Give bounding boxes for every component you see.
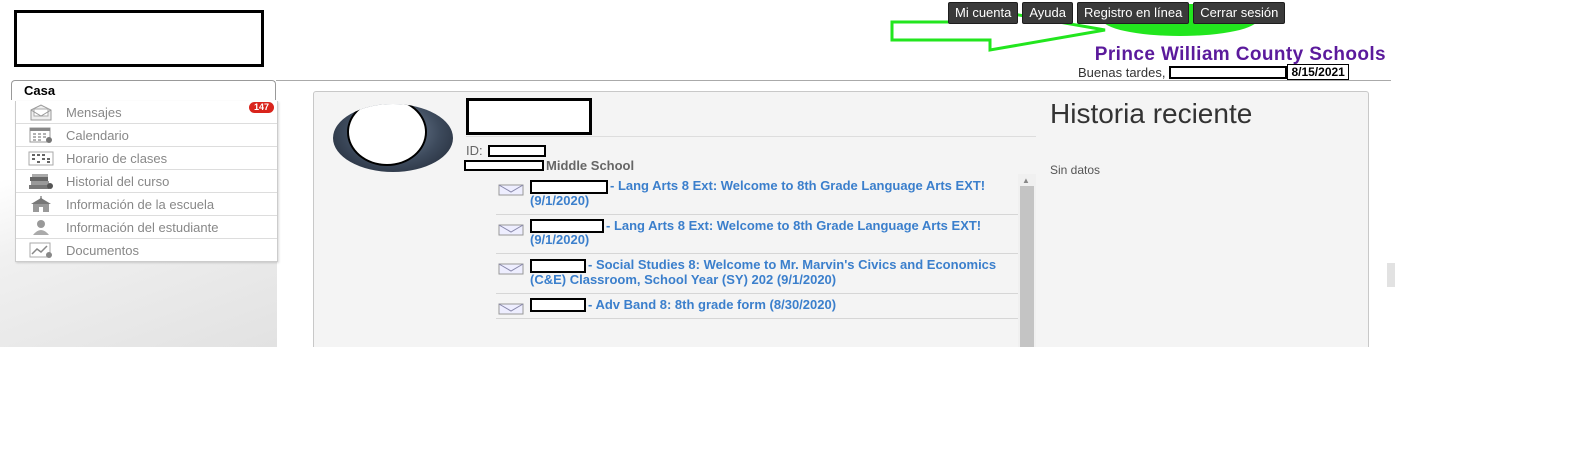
sidebar-item-student-info[interactable]: Información del estudiante bbox=[16, 216, 277, 239]
message-list-scrollbar[interactable]: ▲ bbox=[1018, 174, 1036, 356]
sidebar-item-label: Calendario bbox=[66, 127, 129, 143]
message-text: - Social Studies 8: Welcome to Mr. Marvi… bbox=[530, 257, 997, 287]
sidebar-item-label: Información de la escuela bbox=[66, 196, 215, 212]
school-icon bbox=[28, 195, 54, 213]
student-id-redacted bbox=[487, 144, 546, 157]
message-envelope-icon bbox=[498, 224, 524, 239]
schedule-icon bbox=[28, 150, 54, 167]
district-name: Prince William County Schools bbox=[1094, 44, 1386, 65]
my-account-button[interactable]: Mi cuenta bbox=[948, 2, 1019, 24]
teacher-name-redacted bbox=[530, 179, 608, 194]
sidebar-item-schedule[interactable]: Horario de clases bbox=[16, 147, 277, 170]
sidebar-item-label: Documentos bbox=[66, 242, 139, 258]
greeting-row: Buenas tardes, 8/15/2021 bbox=[1078, 64, 1349, 80]
online-registration-button[interactable]: Registro en línea bbox=[1077, 2, 1190, 24]
messages-count-badge: 147 bbox=[248, 102, 274, 113]
sidebar-item-label: Información del estudiante bbox=[66, 219, 219, 235]
message-text: - Adv Band 8: 8th grade form (8/30/2020) bbox=[588, 296, 837, 312]
student-school-row: Middle School bbox=[464, 158, 634, 173]
documents-icon bbox=[28, 242, 54, 259]
message-envelope-icon bbox=[498, 263, 524, 278]
message-item[interactable]: - Lang Arts 8 Ext: Welcome to 8th Grade … bbox=[496, 175, 1018, 215]
student-id-label: ID: bbox=[466, 143, 483, 158]
message-item[interactable]: - Lang Arts 8 Ext: Welcome to 8th Grade … bbox=[496, 215, 1018, 255]
message-envelope-icon bbox=[498, 184, 524, 199]
recent-history-empty: Sin datos bbox=[1050, 163, 1101, 177]
current-date: 8/15/2021 bbox=[1287, 64, 1349, 80]
top-nav-bar: Mi cuenta Ayuda Registro en línea Cerrar… bbox=[948, 2, 1286, 24]
sidebar-menu: Mensajes 147 Calendario Horario de clase… bbox=[15, 101, 278, 262]
sidebar-item-course-history[interactable]: Historial del curso bbox=[16, 170, 277, 193]
teacher-name-redacted bbox=[530, 219, 604, 234]
user-name-redacted bbox=[1169, 65, 1288, 79]
school-name-redacted bbox=[464, 160, 544, 171]
sidebar-item-label: Historial del curso bbox=[66, 173, 170, 189]
message-item[interactable]: - Social Studies 8: Welcome to Mr. Marvi… bbox=[496, 254, 1018, 294]
teacher-name-redacted bbox=[530, 258, 586, 273]
scrollbar-thumb[interactable] bbox=[1020, 186, 1034, 356]
side-widget-tab bbox=[1387, 263, 1395, 287]
message-envelope-icon bbox=[498, 303, 524, 318]
message-list: - Lang Arts 8 Ext: Welcome to 8th Grade … bbox=[496, 175, 1018, 347]
recent-history-title: Historia reciente bbox=[1050, 98, 1253, 129]
sidebar-item-school-info[interactable]: Información de la escuela bbox=[16, 193, 277, 216]
sidebar-item-label: Horario de clases bbox=[66, 150, 168, 166]
sidebar-item-label: Mensajes bbox=[66, 104, 122, 120]
calendar-icon bbox=[28, 127, 54, 144]
student-id-row: ID: bbox=[466, 143, 546, 158]
name-divider bbox=[466, 136, 1036, 137]
student-name-redacted bbox=[466, 98, 592, 135]
school-logo-placeholder bbox=[14, 10, 264, 67]
avatar-face-redacted bbox=[347, 104, 427, 166]
books-icon bbox=[28, 173, 54, 190]
page-cutoff-area bbox=[0, 347, 1581, 450]
envelope-icon bbox=[28, 103, 54, 121]
sidebar-item-calendar[interactable]: Calendario bbox=[16, 124, 277, 147]
help-button[interactable]: Ayuda bbox=[1022, 2, 1074, 24]
logout-button[interactable]: Cerrar sesión bbox=[1193, 2, 1286, 24]
scroll-up-icon[interactable]: ▲ bbox=[1022, 176, 1030, 185]
tab-home-label: Casa bbox=[24, 83, 56, 98]
sidebar-item-messages[interactable]: Mensajes 147 bbox=[16, 101, 277, 124]
greeting-text: Buenas tardes, bbox=[1078, 64, 1166, 80]
person-icon bbox=[28, 219, 54, 236]
tab-home[interactable]: Casa bbox=[11, 80, 276, 100]
student-avatar bbox=[333, 104, 453, 172]
sidebar-item-documents[interactable]: Documentos bbox=[16, 239, 277, 261]
student-school-suffix: Middle School bbox=[546, 158, 635, 173]
teacher-name-redacted bbox=[530, 298, 586, 313]
nav-divider bbox=[276, 80, 1391, 81]
message-item[interactable]: - Adv Band 8: 8th grade form (8/30/2020) bbox=[496, 294, 1018, 320]
